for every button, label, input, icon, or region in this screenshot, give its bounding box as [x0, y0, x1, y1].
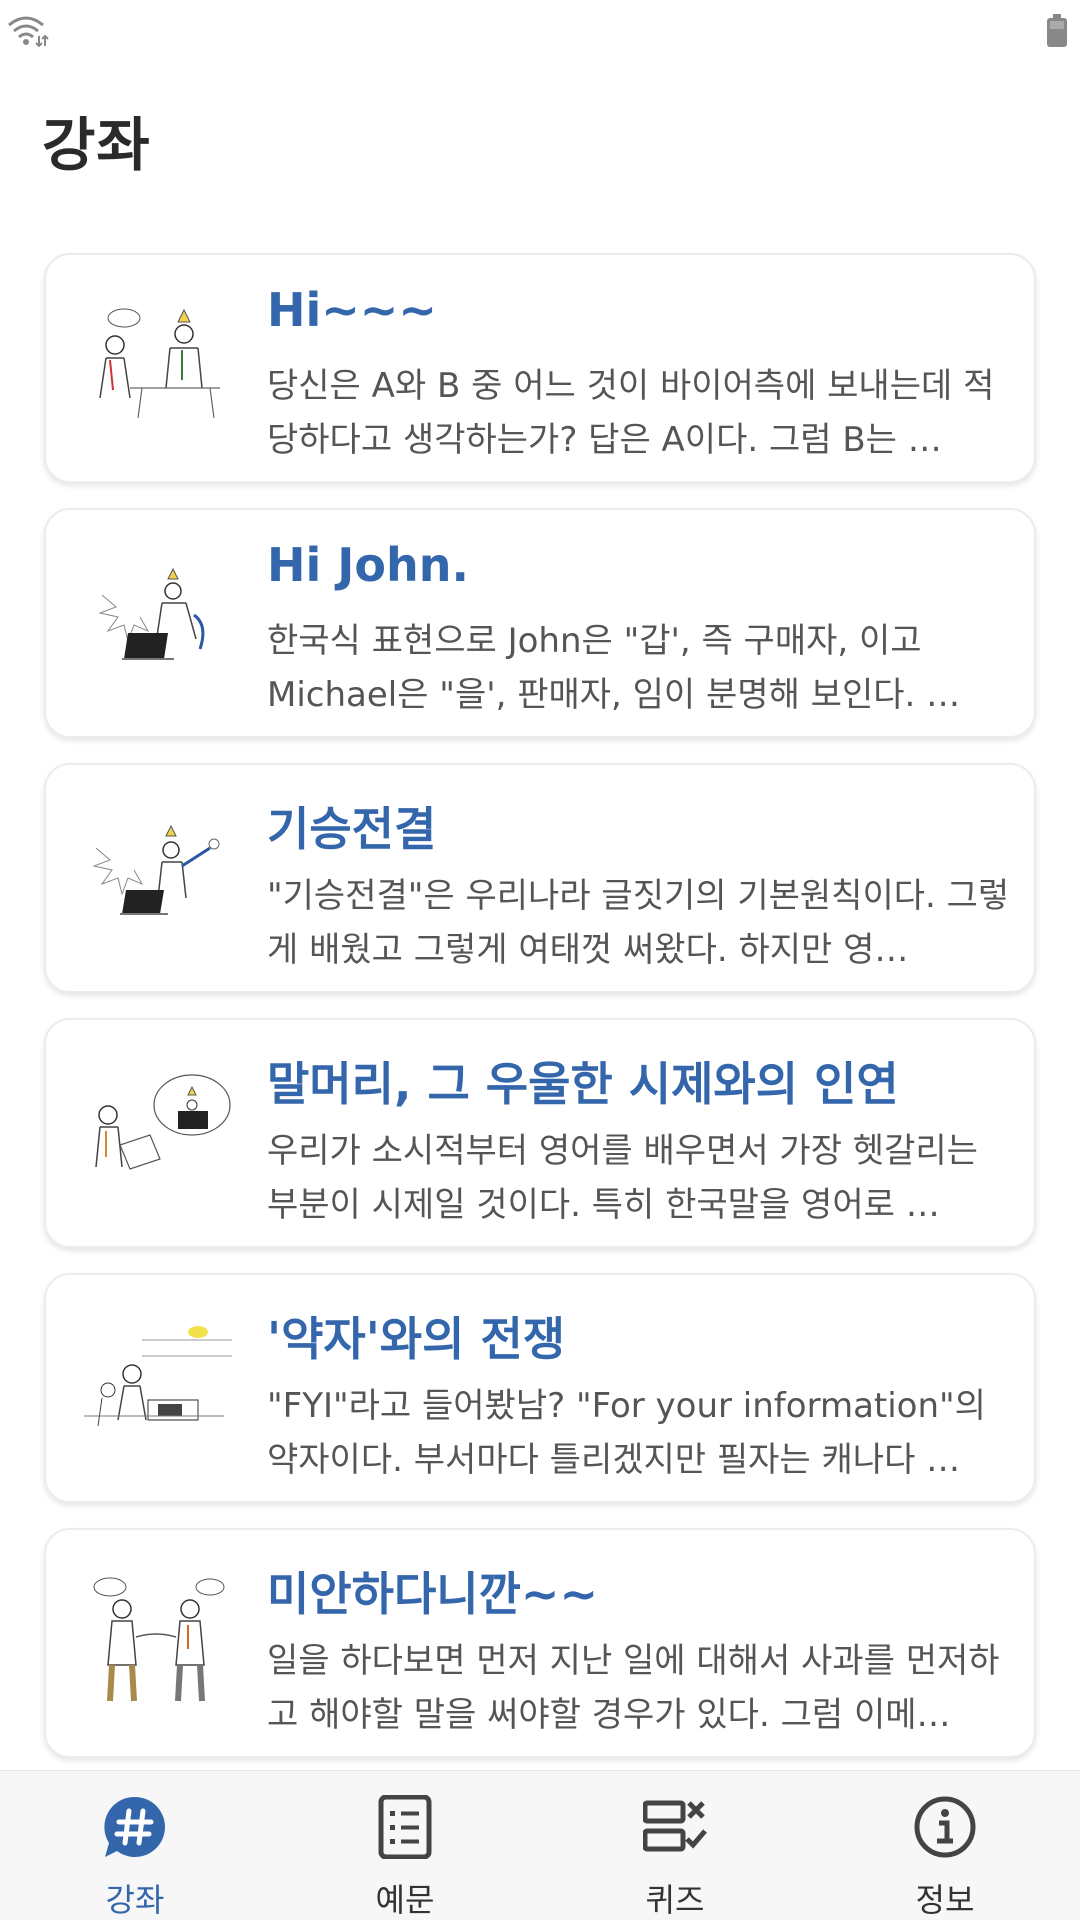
nav-label: 예문 [375, 1881, 435, 1919]
lecture-description: 일을 하다보면 먼저 지난 일에 대해서 사과를 먼저하고 해야할 말을 써야할… [267, 1641, 1000, 1735]
lecture-title: Hi~~~ [267, 283, 437, 337]
lecture-description: "FYI"라고 들어봤남? "For your information"의 약자… [267, 1386, 986, 1480]
lecture-title: 말머리, 그 우울한 시제와의 인연 [267, 1057, 899, 1111]
battery-icon [1047, 14, 1067, 47]
lecture-description: "기승전결"은 우리나라 글짓기의 기본원칙이다. 그렇게 배웠고 그렇게 여태… [267, 876, 1010, 970]
lecture-description: 우리가 소시적부터 영어를 배우면서 가장 헷갈리는 부분이 시제일 것이다. … [267, 1131, 978, 1225]
nav-label: 강좌 [105, 1881, 165, 1919]
nav-label: 퀴즈 [645, 1881, 705, 1919]
lecture-description: 한국식 표현으로 John은 "갑', 즉 구매자, 이고 Michael은 "… [267, 621, 961, 715]
lecture-card[interactable]: Hi~~~ 당신은 A와 B 중 어느 것이 바이어측에 보내는데 적당하다고 … [44, 253, 1036, 483]
lecture-title: 미안하다니깐~~ [267, 1567, 599, 1621]
person-at-laptop-illustration [98, 567, 205, 660]
lecture-card[interactable]: Hi John. 한국식 표현으로 John은 "갑', 즉 구매자, 이고 M… [44, 508, 1036, 738]
nav-tab-quiz[interactable]: 퀴즈 [540, 1771, 810, 1920]
lecture-card[interactable]: 말머리, 그 우울한 시제와의 인연 우리가 소시적부터 영어를 배우면서 가장… [44, 1018, 1036, 1248]
lecture-card[interactable]: '약자'와의 전쟁 "FYI"라고 들어봤남? "For your inform… [44, 1273, 1036, 1503]
bottom-navigation: 강좌 예문 퀴즈 정보 [0, 1770, 1080, 1920]
lecture-description: 당신은 A와 B 중 어느 것이 바이어측에 보내는데 적당하다고 생각하는가?… [267, 366, 995, 460]
document-list-icon [378, 1795, 432, 1859]
status-bar [0, 0, 1080, 60]
page-title: 강좌 [42, 111, 151, 179]
person-thinking-illustration [95, 1074, 231, 1170]
nav-tab-lectures[interactable]: 강좌 [0, 1771, 270, 1920]
lecture-title: '약자'와의 전쟁 [267, 1312, 566, 1366]
lecture-title: 기승전결 [267, 802, 437, 856]
two-people-handshake-illustration [93, 1577, 225, 1702]
quiz-check-icon [643, 1800, 707, 1852]
lecture-card[interactable]: 기승전결 "기승전결"은 우리나라 글짓기의 기본원칙이다. 그렇게 배웠고 그… [44, 763, 1036, 993]
person-presenting-illustration [92, 824, 220, 915]
wifi-icon [8, 16, 49, 48]
info-icon [914, 1796, 976, 1858]
nav-label: 정보 [915, 1881, 975, 1919]
hashtag-chat-icon [104, 1796, 165, 1857]
nav-tab-info[interactable]: 정보 [810, 1771, 1080, 1920]
two-people-meeting-illustration [99, 308, 220, 419]
lecture-card[interactable]: 미안하다니깐~~ 일을 하다보면 먼저 지난 일에 대해서 사과를 먼저하고 해… [44, 1528, 1036, 1758]
lecture-title: Hi John. [267, 538, 469, 592]
screen: 강좌 Hi~~~ 당신은 A와 B 중 어느 것이 바이어측에 보내는데 적당하… [0, 0, 1080, 1920]
nav-tab-examples[interactable]: 예문 [270, 1771, 540, 1920]
people-at-desk-illustration [84, 1326, 232, 1427]
lecture-list: Hi~~~ 당신은 A와 B 중 어느 것이 바이어측에 보내는데 적당하다고 … [44, 253, 1036, 1783]
